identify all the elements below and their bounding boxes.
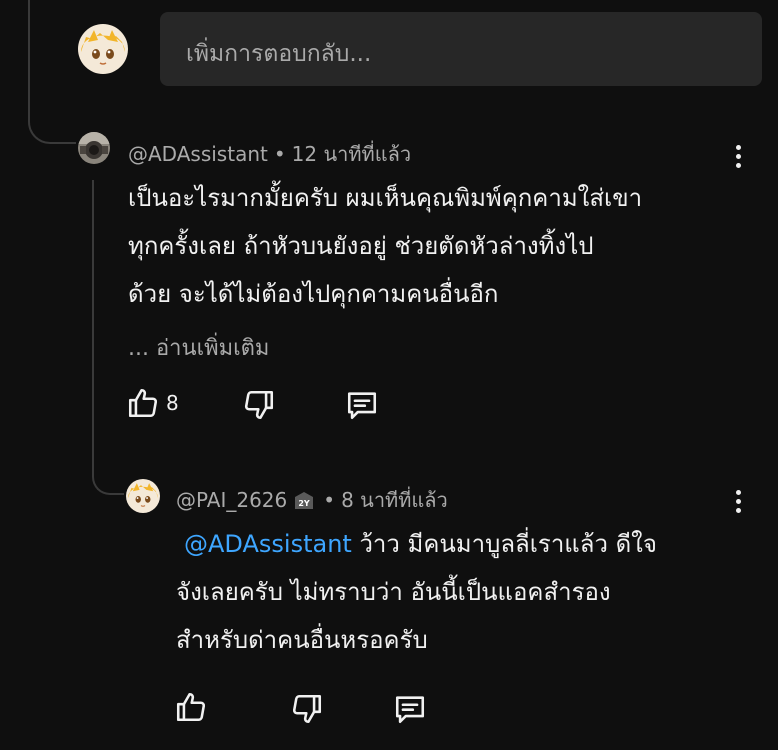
separator-dot: •	[273, 142, 286, 166]
current-user-avatar	[78, 24, 128, 74]
thumbs-down-icon	[244, 390, 274, 420]
comment-author[interactable]: @ADAssistant	[128, 142, 268, 166]
comment-time: 12 นาทีที่แล้ว	[291, 142, 412, 166]
comment-more-button[interactable]	[733, 145, 743, 175]
member-badge-icon: 2Y	[291, 491, 317, 513]
reply-button[interactable]	[345, 388, 379, 422]
more-vertical-icon	[735, 490, 741, 495]
like-button[interactable]	[174, 690, 208, 724]
reply-line-text: ว้าว มีคนมาบูลลี่เราแล้ว ดีใจ	[351, 530, 657, 558]
dislike-button[interactable]	[290, 692, 324, 726]
replier-avatar[interactable]	[126, 479, 160, 513]
comment-line: เป็นอะไรมากมั้ยครับ ผมเห็นคุณพิมพ์คุกคาม…	[128, 184, 643, 212]
more-vertical-icon	[735, 145, 741, 150]
reply-line: @ADAssistant ว้าว มีคนมาบูลลี่เราแล้ว ดี…	[176, 520, 736, 568]
like-count: 8	[166, 391, 179, 415]
member-badge-text: 2Y	[299, 499, 311, 508]
commenter-avatar[interactable]	[78, 132, 110, 164]
comment-line: ด้วย จะได้ไม่ต้องไปคุกคามคนอื่นอีก	[128, 280, 499, 308]
reply-comment-icon	[395, 696, 425, 724]
thread-connector	[28, 100, 76, 144]
reply-button[interactable]	[393, 692, 427, 726]
reply-line: จังเลยครับ ไม่ทราบว่า อันนี้เป็นแอคสำรอง	[176, 578, 611, 606]
thumbs-up-icon	[128, 388, 158, 418]
like-button[interactable]: 8	[126, 386, 179, 420]
dislike-button[interactable]	[242, 388, 276, 422]
reply-author[interactable]: @PAI_2626	[176, 488, 287, 512]
mention-link[interactable]: @ADAssistant	[184, 530, 352, 558]
reply-meta: @PAI_2626 2Y • 8 นาทีที่แล้ว	[176, 484, 448, 516]
comment-text: เป็นอะไรมากมั้ยครับ ผมเห็นคุณพิมพ์คุกคาม…	[128, 174, 738, 318]
reply-more-button[interactable]	[733, 490, 743, 520]
comment-meta: @ADAssistant • 12 นาทีที่แล้ว	[128, 138, 411, 170]
add-reply-input[interactable]: เพิ่มการตอบกลับ...	[160, 12, 762, 86]
thread-line	[28, 0, 30, 115]
read-more-link[interactable]: ... อ่านเพิ่มเติม	[128, 330, 269, 365]
reply-text: @ADAssistant ว้าว มีคนมาบูลลี่เราแล้ว ดี…	[176, 520, 736, 664]
thread-connector	[92, 455, 124, 495]
thumbs-up-icon	[176, 692, 206, 722]
reply-line: สำหรับด่าคนอื่นหรอครับ	[176, 626, 428, 654]
reply-comment-icon	[347, 392, 377, 420]
reply-time: 8 นาทีที่แล้ว	[341, 488, 448, 512]
separator-dot: •	[323, 488, 336, 512]
thumbs-down-icon	[292, 694, 322, 724]
comment-line: ทุกครั้งเลย ถ้าหัวบนยังอยู่ ช่วยตัดหัวล่…	[128, 232, 594, 260]
thread-line	[92, 180, 94, 470]
